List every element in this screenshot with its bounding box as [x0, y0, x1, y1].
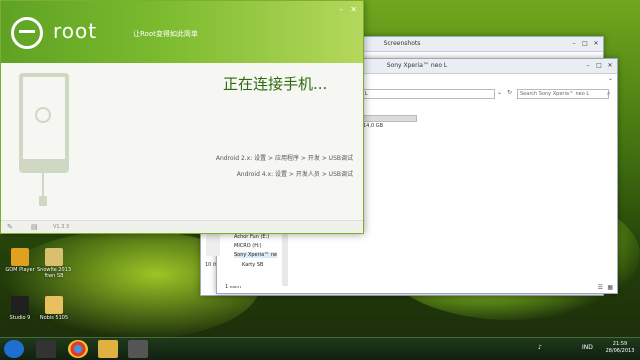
- maximize-button[interactable]: □: [580, 39, 590, 48]
- android2-instructions: Android 2.x: 设置 > 应用程序 > 开发 > USB调试: [215, 155, 353, 162]
- eroot-footer: ✎ ▤ V1.3.3: [1, 220, 363, 233]
- chevron-down-icon[interactable]: ⌄: [608, 75, 613, 82]
- folder-icon: [45, 248, 63, 266]
- eroot-logo-icon: [11, 17, 43, 49]
- close-button[interactable]: ✕: [350, 5, 357, 14]
- eroot-logo-text: root: [53, 19, 98, 43]
- menu-icon[interactable]: ▤: [31, 223, 38, 231]
- chrome-icon[interactable]: [68, 340, 88, 358]
- file-thumbnail[interactable]: [206, 232, 220, 256]
- nav-item-drive[interactable]: MICRO (H:): [234, 243, 262, 249]
- storage-info: 14,0 GB: [363, 123, 384, 129]
- taskbar: ♪ IND 21:59 28/06/2013: [0, 337, 640, 360]
- maximize-button[interactable]: □: [594, 61, 604, 70]
- app-icon: [11, 248, 29, 266]
- desktop-icon-folder[interactable]: Nobis 5105: [36, 296, 72, 321]
- desktop-icon-studio[interactable]: Studio 9: [2, 296, 38, 321]
- desktop-icon-folder[interactable]: Snowfie 2013 ftwn SB: [36, 248, 72, 279]
- file-explorer-icon[interactable]: [98, 340, 118, 358]
- search-input[interactable]: Search Sony Xperia™ neo L: [517, 89, 609, 99]
- clock[interactable]: 21:59 28/06/2013: [602, 341, 638, 355]
- nav-item-drive[interactable]: Achor Fun (E:): [234, 234, 269, 240]
- minimize-button[interactable]: –: [569, 39, 579, 48]
- close-button[interactable]: ✕: [591, 39, 601, 48]
- details-view-icon[interactable]: ☰: [598, 284, 603, 291]
- clapper-icon: [11, 296, 29, 314]
- search-icon[interactable]: ⌕: [607, 90, 610, 98]
- phone-illustration: [19, 73, 69, 173]
- usb-cable-illustration: [42, 173, 44, 197]
- large-icons-view-icon[interactable]: ▦: [607, 284, 613, 291]
- refresh-icon[interactable]: ↻: [507, 89, 512, 96]
- desktop-icon-gom-player[interactable]: GOM Player: [2, 248, 38, 273]
- usb-plug-icon: [39, 196, 47, 206]
- navigation-pane[interactable]: [228, 232, 288, 286]
- storage-bar: [363, 115, 417, 122]
- settings-icon[interactable]: ✎: [7, 223, 13, 231]
- speaker-icon[interactable]: ♪: [538, 344, 542, 351]
- close-button[interactable]: ✕: [605, 61, 615, 70]
- scrollbar[interactable]: [282, 232, 288, 286]
- connection-status: 正在连接手机...: [223, 75, 328, 93]
- eroot-tagline: 让Root变得如此简单: [133, 30, 198, 38]
- folder-icon: [45, 296, 63, 314]
- nav-item-folder[interactable]: Karty SB: [242, 262, 263, 268]
- android4-instructions: Android 4.x: 设置 > 开发人员 > USB调试: [236, 171, 353, 178]
- internet-explorer-icon[interactable]: [4, 340, 24, 358]
- minimize-button[interactable]: –: [339, 5, 343, 14]
- eroot-window[interactable]: root 让Root变得如此简单 – ✕ 正在连接手机... Android 2…: [0, 0, 364, 234]
- version-label: V1.3.3: [53, 224, 70, 230]
- chevron-down-icon[interactable]: ⌄: [497, 89, 502, 96]
- nav-item-device[interactable]: Sony Xperia™ ne: [234, 252, 277, 258]
- language-indicator[interactable]: IND: [582, 344, 593, 351]
- eroot-taskbar-icon[interactable]: [128, 340, 148, 358]
- media-player-icon[interactable]: [36, 340, 56, 358]
- eroot-header: root 让Root变得如此简单 – ✕: [1, 1, 363, 63]
- address-bar[interactable]: neo L: [351, 89, 495, 99]
- minimize-button[interactable]: –: [583, 61, 593, 70]
